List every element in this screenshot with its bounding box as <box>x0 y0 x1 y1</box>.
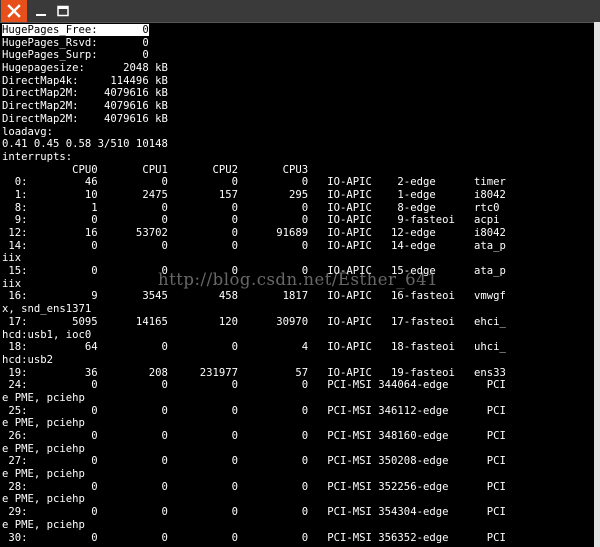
terminal-line: CPU0 CPU1 CPU2 CPU3 <box>2 163 309 176</box>
terminal-line: e PME, pciehp <box>2 442 85 455</box>
selection-highlight: HugePages_Free: 0 <box>2 24 149 36</box>
terminal-line-selected: HugePages_Free: 0 <box>2 24 592 37</box>
terminal-line: 24: 0 0 0 0 PCI-MSI 344064-edge PCI <box>2 379 506 392</box>
terminal-lines: HugePages_Rsvd: 0 HugePages_Surp: 0 Hugepa… <box>2 37 592 545</box>
terminal-line: 0.41 0.45 0.58 3/510 10148 <box>2 138 168 151</box>
title-bar <box>0 0 600 23</box>
terminal-line: 26: 0 0 0 0 PCI-MSI 348160-edge PCI <box>2 430 506 442</box>
terminal-line: 19: 36 208 231977 57 IO-APIC 19-fasteoi … <box>2 366 506 379</box>
terminal-line: 29: 0 0 0 0 PCI-MSI 354304-edge PCI <box>2 506 506 519</box>
terminal-line: 9: 0 0 0 0 IO-APIC 9-fasteoi acpi <box>2 214 500 227</box>
terminal-line: Hugepagesize: 2048 kB <box>2 62 168 75</box>
terminal-line: 15: 0 0 0 0 IO-APIC 15-edge ata_p <box>2 265 506 278</box>
terminal-line: x, snd_ens1371 <box>2 303 92 316</box>
terminal-line: e PME, pciehp <box>2 518 85 531</box>
terminal-line: DirectMap2M: 4079616 kB <box>2 112 168 125</box>
maximize-icon <box>57 5 69 17</box>
close-button[interactable] <box>1 0 27 22</box>
terminal-line: 28: 0 0 0 0 PCI-MSI 352256-edge PCI <box>2 480 506 493</box>
close-icon <box>7 4 21 18</box>
terminal-line: DirectMap4k: 114496 kB <box>2 74 168 87</box>
minimize-icon <box>36 14 46 16</box>
terminal-line: HugePages_Surp: 0 <box>2 49 149 62</box>
terminal-line: 30: 0 0 0 0 PCI-MSI 356352-edge PCI <box>2 531 506 544</box>
terminal-line: 18: 64 0 0 4 IO-APIC 18-fasteoi uhci_ <box>2 341 506 354</box>
terminal-line: 16: 9 3545 458 1817 IO-APIC 16-fasteoi v… <box>2 290 506 303</box>
terminal-line: e PME, pciehp <box>2 468 85 481</box>
terminal-line: HugePages_Rsvd: 0 <box>2 36 149 49</box>
terminal-line: DirectMap2M: 4079616 kB <box>2 100 168 113</box>
terminal-line: hcd:usb1, ioc0 <box>2 328 92 341</box>
terminal-line: 8: 1 0 0 0 IO-APIC 8-edge rtc0 <box>2 201 500 214</box>
terminal-line: 17: 5095 14165 120 30970 IO-APIC 17-fast… <box>2 315 506 328</box>
terminal-line: 25: 0 0 0 0 PCI-MSI 346112-edge PCI <box>2 404 506 417</box>
terminal-line: loadavg: <box>2 125 54 138</box>
terminal-line: e PME, pciehp <box>2 493 85 506</box>
terminal-line: e PME, pciehp <box>2 417 85 430</box>
minimize-button[interactable] <box>30 0 52 22</box>
terminal-line: 0: 46 0 0 0 IO-APIC 2-edge timer <box>2 176 506 189</box>
terminal-line: iix <box>2 277 22 290</box>
maximize-button[interactable] <box>52 0 74 22</box>
terminal-output[interactable]: HugePages_Free: 0 HugePages_Rsvd: 0 HugeP… <box>2 24 592 547</box>
window-frame-edge <box>594 22 600 547</box>
terminal-line: 1: 10 2475 157 295 IO-APIC 1-edge i8042 <box>2 188 506 201</box>
terminal-line: hcd:usb2 <box>2 353 54 366</box>
terminal-line: 12: 16 53702 0 91689 IO-APIC 12-edge i80… <box>2 227 506 239</box>
terminal-line: 27: 0 0 0 0 PCI-MSI 350208-edge PCI <box>2 455 506 468</box>
terminal-line: 14: 0 0 0 0 IO-APIC 14-edge ata_p <box>2 239 506 252</box>
terminal-line: DirectMap2M: 4079616 kB <box>2 87 168 100</box>
terminal-line: e PME, pciehp <box>2 391 85 404</box>
terminal-line: interrupts: <box>2 150 73 163</box>
terminal-line: iix <box>2 252 22 265</box>
